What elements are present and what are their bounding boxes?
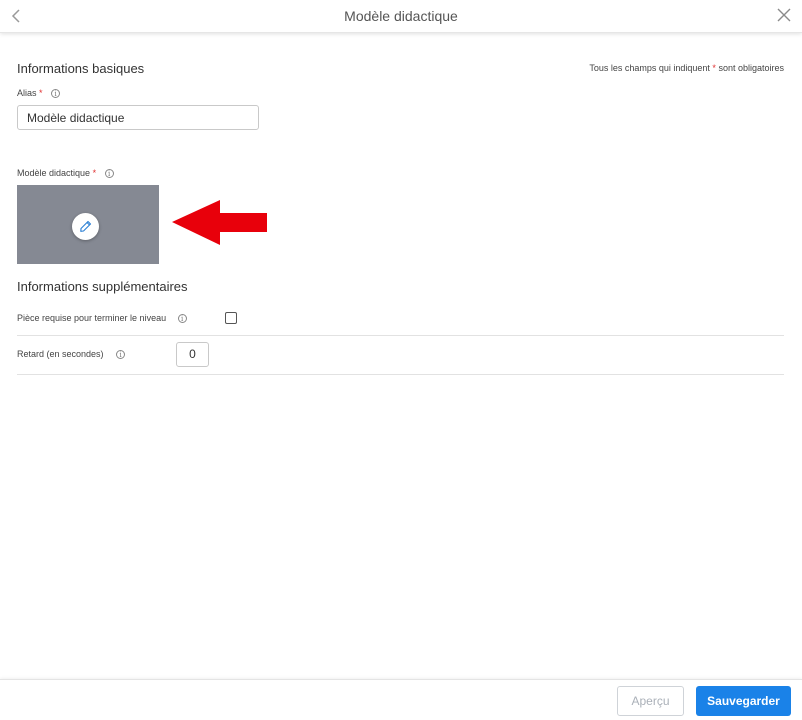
alias-input[interactable]	[17, 105, 259, 130]
modal-header: Modèle didactique	[0, 0, 802, 33]
annotation-arrow-icon	[172, 200, 267, 245]
alias-label-text: Alias	[17, 88, 37, 98]
edit-template-button[interactable]	[72, 213, 99, 240]
required-fields-note: Tous les champs qui indiquent * sont obl…	[589, 63, 784, 73]
info-icon[interactable]: i	[104, 169, 114, 179]
section-title-extra: Informations supplémentaires	[17, 279, 188, 294]
required-note-prefix: Tous les champs qui indiquent	[589, 63, 710, 73]
delay-label: Retard (en secondes) i	[17, 349, 126, 360]
save-button[interactable]: Sauvegarder	[696, 686, 791, 716]
piece-required-label: Pièce requise pour terminer le niveau i	[17, 313, 187, 324]
info-icon[interactable]: i	[177, 314, 187, 324]
required-star: *	[92, 168, 97, 178]
piece-required-label-text: Pièce requise pour terminer le niveau	[17, 313, 167, 323]
piece-required-checkbox[interactable]	[225, 312, 237, 324]
row-divider	[17, 335, 784, 336]
info-icon[interactable]: i	[51, 89, 61, 99]
required-star: *	[712, 63, 716, 73]
required-note-suffix: sont obligatoires	[718, 63, 784, 73]
info-icon[interactable]: i	[116, 350, 126, 360]
delay-label-text: Retard (en secondes)	[17, 349, 104, 359]
required-star: *	[39, 88, 43, 98]
template-label: Modèle didactique * i	[17, 168, 114, 179]
modal-footer: Aperçu Sauvegarder	[0, 679, 802, 720]
template-label-text: Modèle didactique	[17, 168, 91, 178]
alias-label: Alias * i	[17, 88, 61, 99]
close-icon[interactable]	[776, 7, 792, 23]
preview-button[interactable]: Aperçu	[617, 686, 684, 716]
template-image-placeholder[interactable]	[17, 185, 159, 264]
pencil-icon	[80, 220, 92, 232]
delay-input[interactable]: 0	[176, 342, 209, 367]
modal-title: Modèle didactique	[344, 8, 458, 24]
section-title-basic: Informations basiques	[17, 61, 145, 76]
row-divider	[17, 374, 784, 375]
